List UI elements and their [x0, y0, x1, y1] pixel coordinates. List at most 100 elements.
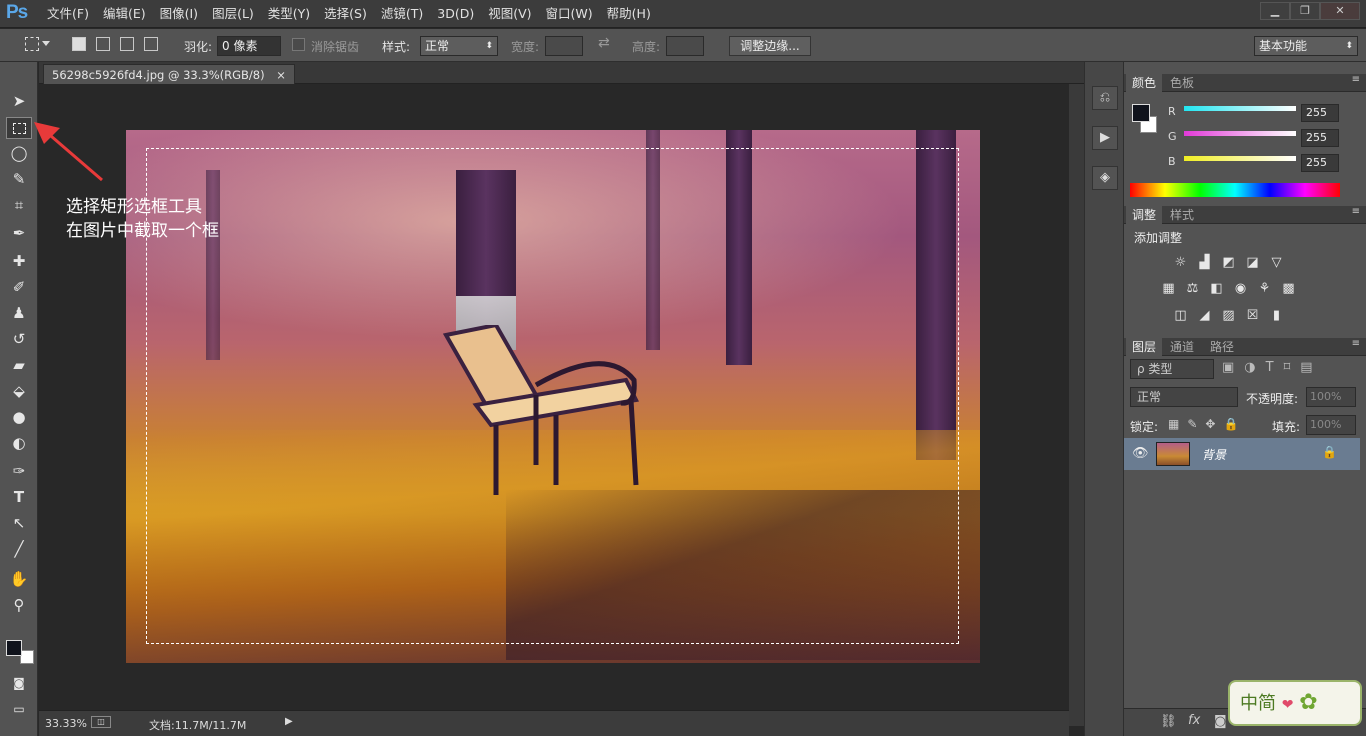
menu-help[interactable]: 帮助(H)	[600, 0, 658, 28]
layers-panel-menu-icon[interactable]: ≡	[1352, 338, 1360, 349]
layer-filter-select[interactable]: ρ 类型	[1130, 359, 1214, 379]
invert-icon[interactable]: ◫	[1172, 308, 1189, 323]
menu-window[interactable]: 窗口(W)	[539, 0, 600, 28]
photo-filter-icon[interactable]: ◉	[1232, 281, 1249, 296]
feather-input[interactable]: 0 像素	[217, 36, 281, 56]
hand-tool-icon[interactable]: ✋	[6, 568, 32, 590]
layer-mask-icon[interactable]: ◙	[1214, 714, 1227, 729]
paint-bucket-tool-icon[interactable]: ⬙	[6, 380, 32, 402]
quick-selection-tool-icon[interactable]: ✎	[6, 168, 32, 190]
background-color-swatch[interactable]	[20, 650, 34, 664]
channel-r-slider[interactable]	[1184, 106, 1296, 111]
healing-brush-tool-icon[interactable]: ✚	[6, 250, 32, 272]
color-panel-menu-icon[interactable]: ≡	[1352, 74, 1360, 85]
hue-saturation-icon[interactable]: ▦	[1160, 281, 1177, 296]
channel-g-slider[interactable]	[1184, 131, 1296, 136]
crop-tool-icon[interactable]: ⌗	[6, 194, 32, 216]
channel-r-value[interactable]: 255	[1301, 104, 1339, 122]
selective-color-icon[interactable]: ☒	[1244, 308, 1261, 323]
menu-select[interactable]: 选择(S)	[317, 0, 374, 28]
tab-adjustments[interactable]: 调整	[1126, 206, 1163, 224]
link-layers-icon[interactable]: ⛓	[1160, 714, 1177, 729]
opacity-input[interactable]: 100%	[1306, 387, 1356, 407]
tab-channels[interactable]: 通道	[1164, 338, 1200, 356]
restore-button[interactable]: ❐	[1290, 2, 1320, 20]
tab-styles[interactable]: 样式	[1164, 206, 1200, 224]
blur-tool-icon[interactable]: ●	[6, 406, 32, 428]
workspace-select[interactable]: 基本功能 ⬍	[1254, 36, 1358, 56]
menu-filter[interactable]: 滤镜(T)	[374, 0, 430, 28]
status-menu-arrow-icon[interactable]: ▶	[285, 716, 293, 727]
canvas-vertical-scrollbar[interactable]	[1069, 84, 1084, 726]
lock-icons[interactable]: ▦✎✥🔒	[1168, 417, 1246, 431]
adjust-panel-menu-icon[interactable]: ≡	[1352, 206, 1360, 217]
layer-filter-icons[interactable]: ▣◑T⌑▤	[1222, 360, 1342, 378]
actions-panel-icon[interactable]: ▶	[1092, 126, 1118, 150]
clone-stamp-tool-icon[interactable]: ♟	[6, 302, 32, 324]
zoom-level[interactable]: 33.33%	[45, 717, 87, 730]
properties-panel-icon[interactable]: ◈	[1092, 166, 1118, 190]
tab-color[interactable]: 颜色	[1126, 74, 1163, 92]
new-selection-icon[interactable]	[72, 37, 86, 51]
history-brush-tool-icon[interactable]: ↺	[6, 328, 32, 350]
color-spectrum-bar[interactable]	[1130, 183, 1340, 197]
menu-file[interactable]: 文件(F)	[40, 0, 96, 28]
menu-view[interactable]: 视图(V)	[481, 0, 538, 28]
blend-mode-select[interactable]: 正常	[1130, 387, 1238, 407]
menu-type[interactable]: 类型(Y)	[261, 0, 317, 28]
move-tool-icon[interactable]: ➤	[6, 90, 32, 112]
brush-tool-icon[interactable]: ✐	[6, 276, 32, 298]
tab-paths[interactable]: 路径	[1204, 338, 1240, 356]
tab-layers[interactable]: 图层	[1126, 338, 1163, 356]
color-balance-icon[interactable]: ⚖	[1184, 281, 1201, 296]
marquee-selection[interactable]	[146, 148, 959, 644]
subtract-selection-icon[interactable]	[120, 37, 134, 51]
line-tool-icon[interactable]: ╱	[6, 538, 32, 560]
path-selection-tool-icon[interactable]: ↖	[6, 512, 32, 534]
eyedropper-tool-icon[interactable]: ✒	[6, 222, 32, 244]
gradient-map-icon[interactable]: ▮	[1268, 308, 1285, 323]
marquee-preset-icon[interactable]	[25, 37, 39, 51]
rectangular-marquee-tool-icon[interactable]	[6, 117, 32, 139]
black-white-icon[interactable]: ◧	[1208, 281, 1225, 296]
layer-visibility-eye-icon[interactable]: 👁	[1132, 446, 1149, 461]
threshold-icon[interactable]: ▨	[1220, 308, 1237, 323]
dodge-tool-icon[interactable]: ◐	[6, 432, 32, 454]
swap-dimensions-icon[interactable]: ⇄	[598, 35, 610, 51]
intersect-selection-icon[interactable]	[144, 37, 158, 51]
color-lookup-icon[interactable]: ▩	[1280, 281, 1297, 296]
levels-icon[interactable]: ▟	[1196, 255, 1213, 270]
posterize-icon[interactable]: ◢	[1196, 308, 1213, 323]
tab-swatches[interactable]: 色板	[1164, 74, 1200, 92]
pen-tool-icon[interactable]: ✑	[6, 460, 32, 482]
menu-layer[interactable]: 图层(L)	[205, 0, 261, 28]
foreground-color-swatch[interactable]	[6, 640, 22, 656]
refine-edge-button[interactable]: 调整边缘...	[729, 36, 811, 56]
layer-name[interactable]: 背景	[1202, 446, 1226, 463]
width-input[interactable]	[545, 36, 583, 56]
channel-b-value[interactable]: 255	[1301, 154, 1339, 172]
quick-mask-icon[interactable]: ◙	[6, 672, 32, 694]
channel-b-slider[interactable]	[1184, 156, 1296, 161]
curves-icon[interactable]: ◩	[1220, 255, 1237, 270]
vibrance-icon[interactable]: ▽	[1268, 255, 1285, 270]
minimize-button[interactable]: ▁	[1260, 2, 1290, 20]
status-preview-icon[interactable]: ◫	[91, 716, 111, 728]
close-window-button[interactable]: ✕	[1320, 2, 1360, 20]
layer-style-fx-icon[interactable]: fx	[1188, 713, 1200, 728]
preset-dropdown-chevron-icon[interactable]	[42, 41, 50, 46]
document-tab[interactable]: 56298c5926fd4.jpg @ 33.3%(RGB/8) ×	[43, 64, 295, 84]
history-panel-icon[interactable]: ⎌	[1092, 86, 1118, 110]
channel-g-value[interactable]: 255	[1301, 129, 1339, 147]
add-selection-icon[interactable]	[96, 37, 110, 51]
menu-3d[interactable]: 3D(D)	[430, 0, 481, 28]
fill-input[interactable]: 100%	[1306, 415, 1356, 435]
height-input[interactable]	[666, 36, 704, 56]
menu-image[interactable]: 图像(I)	[153, 0, 205, 28]
menu-edit[interactable]: 编辑(E)	[96, 0, 153, 28]
color-fg-swatch[interactable]	[1132, 104, 1150, 122]
style-select[interactable]: 正常 ⬍	[420, 36, 498, 56]
type-tool-icon[interactable]: T	[6, 486, 32, 508]
zoom-tool-icon[interactable]: ⚲	[6, 594, 32, 616]
exposure-icon[interactable]: ◪	[1244, 255, 1261, 270]
